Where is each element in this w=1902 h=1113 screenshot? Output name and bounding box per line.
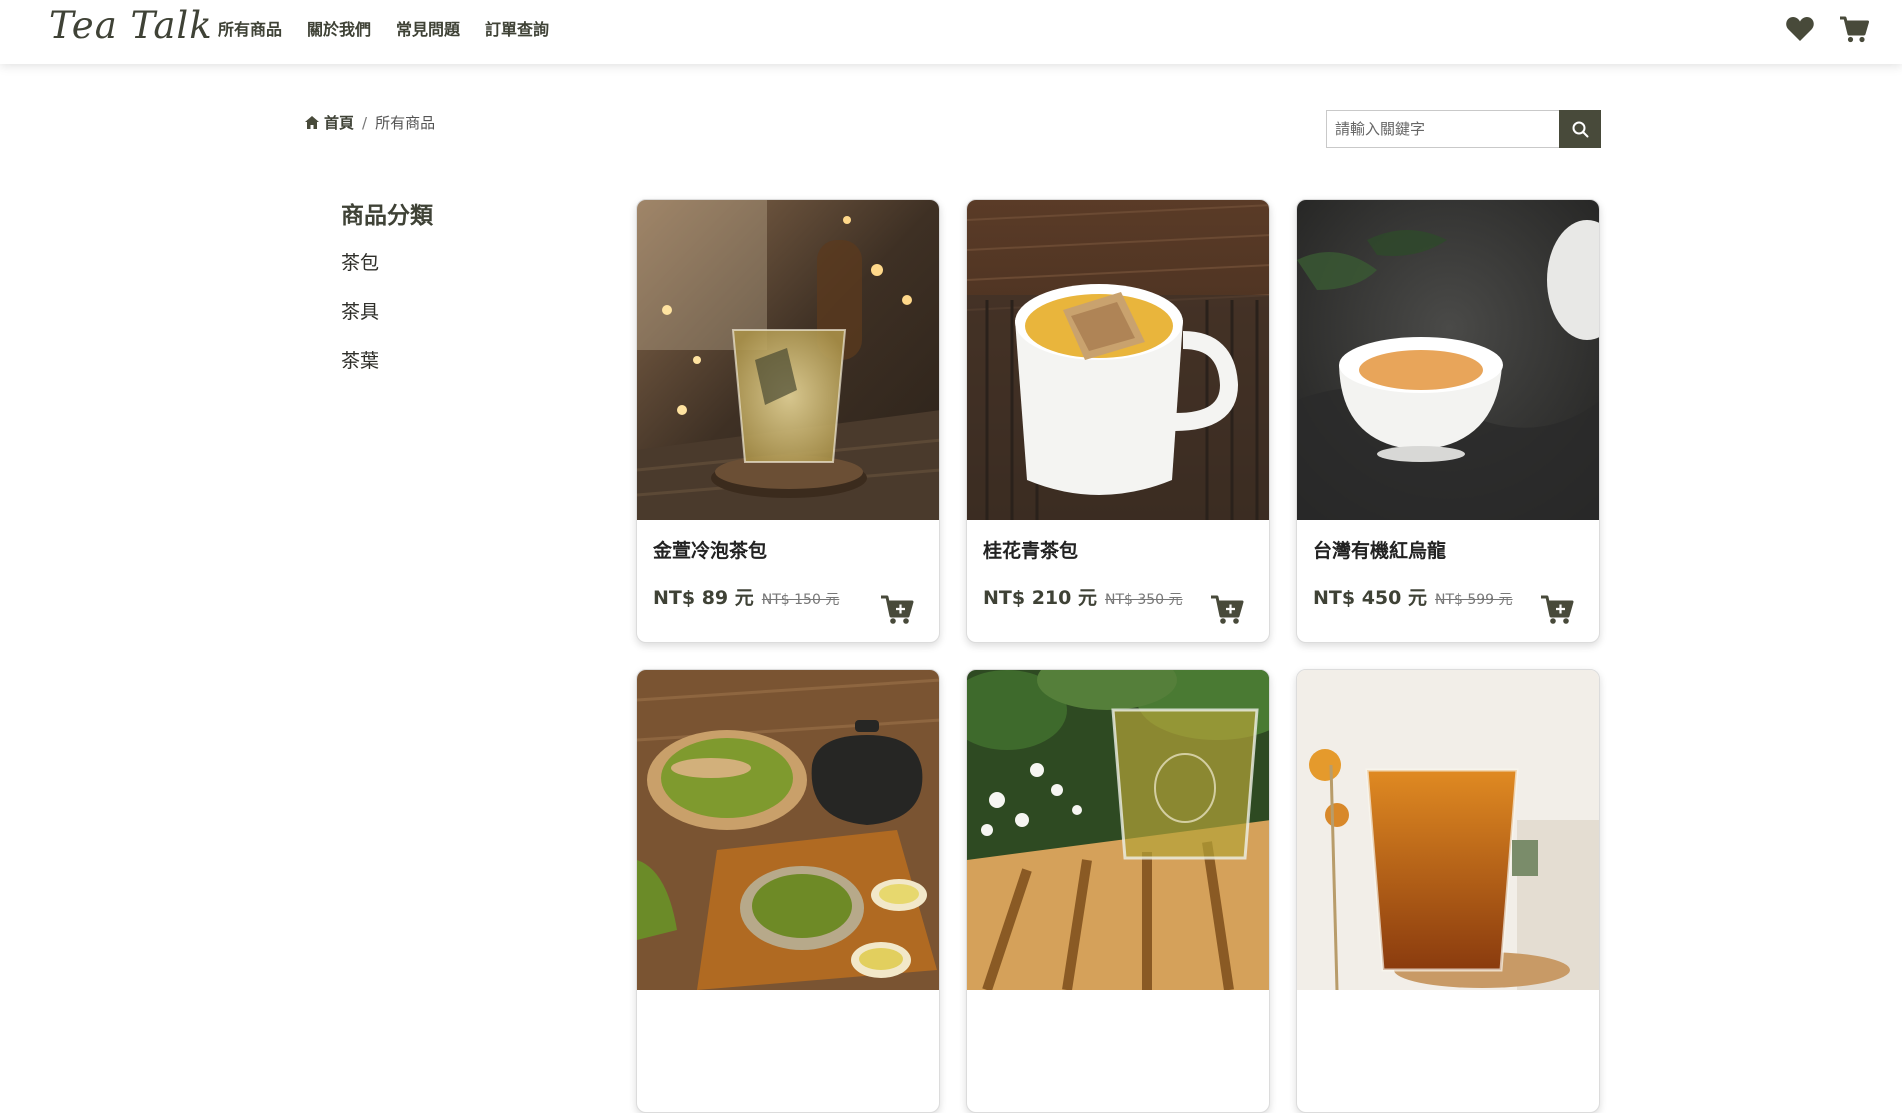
search-input[interactable] [1326,110,1559,148]
breadcrumb-home[interactable]: 首頁 [305,112,354,133]
breadcrumb: 首頁 / 所有商品 [305,112,435,133]
product-original-price: NT$ 350 元 [1104,592,1183,608]
product-image[interactable] [637,200,940,520]
search-button[interactable] [1559,110,1601,148]
product-name[interactable]: 桂花青茶包 [983,536,1078,563]
nav-links: 所有商品 關於我們 常見問題 訂單查詢 [218,16,549,40]
add-to-cart-icon[interactable] [1540,592,1574,626]
product-price: NT$ 210 元 [983,587,1097,609]
nav-link-order-lookup[interactable]: 訂單查詢 [485,16,549,40]
cart-icon[interactable] [1838,13,1870,45]
nav-link-all-products[interactable]: 所有商品 [218,16,282,40]
product-image[interactable] [1297,200,1600,520]
add-to-cart-icon[interactable] [880,592,914,626]
nav-icons [1784,13,1870,45]
sidebar-item-tea-leaves[interactable]: 茶葉 [341,346,433,373]
breadcrumb-current: 所有商品 [375,114,436,132]
product-image[interactable] [967,200,1270,520]
product-card[interactable] [636,669,940,1113]
sidebar-title: 商品分類 [341,203,433,229]
product-card[interactable]: 桂花青茶包 NT$ 210 元 NT$ 350 元 [966,199,1270,643]
price-row: NT$ 210 元 NT$ 350 元 [983,583,1183,610]
product-image[interactable] [1297,670,1600,990]
product-image[interactable] [967,670,1270,990]
home-icon [305,116,319,129]
nav-link-faq[interactable]: 常見問題 [396,16,460,40]
search-bar [1326,110,1601,148]
search-icon [1572,121,1588,137]
product-grid: 金萱冷泡茶包 NT$ 89 元 NT$ 150 元 桂花青茶包 NT$ 210 … [636,199,1600,1113]
breadcrumb-home-label: 首頁 [324,114,355,132]
product-price: NT$ 89 元 [653,587,754,609]
add-to-cart-icon[interactable] [1210,592,1244,626]
sidebar-item-teaware[interactable]: 茶具 [341,297,433,324]
brand-logo[interactable]: Tea Talk [49,4,213,47]
price-row: NT$ 450 元 NT$ 599 元 [1313,583,1513,610]
product-card[interactable]: 金萱冷泡茶包 NT$ 89 元 NT$ 150 元 [636,199,940,643]
product-name[interactable]: 台灣有機紅烏龍 [1313,536,1446,563]
product-card[interactable] [966,669,1270,1113]
category-sidebar: 商品分類 茶包 茶具 茶葉 [341,196,433,395]
product-original-price: NT$ 150 元 [761,592,840,608]
sidebar-item-tea-bags[interactable]: 茶包 [341,248,433,275]
price-row: NT$ 89 元 NT$ 150 元 [653,583,839,610]
product-card[interactable] [1296,669,1600,1113]
product-card[interactable]: 台灣有機紅烏龍 NT$ 450 元 NT$ 599 元 [1296,199,1600,643]
product-price: NT$ 450 元 [1313,587,1427,609]
product-name[interactable]: 金萱冷泡茶包 [653,536,767,563]
navbar: Tea Talk 所有商品 關於我們 常見問題 訂單查詢 [0,0,1902,64]
heart-icon[interactable] [1784,13,1816,45]
product-image[interactable] [637,670,940,990]
nav-link-about[interactable]: 關於我們 [307,16,371,40]
breadcrumb-separator: / [362,113,368,132]
product-original-price: NT$ 599 元 [1434,592,1513,608]
